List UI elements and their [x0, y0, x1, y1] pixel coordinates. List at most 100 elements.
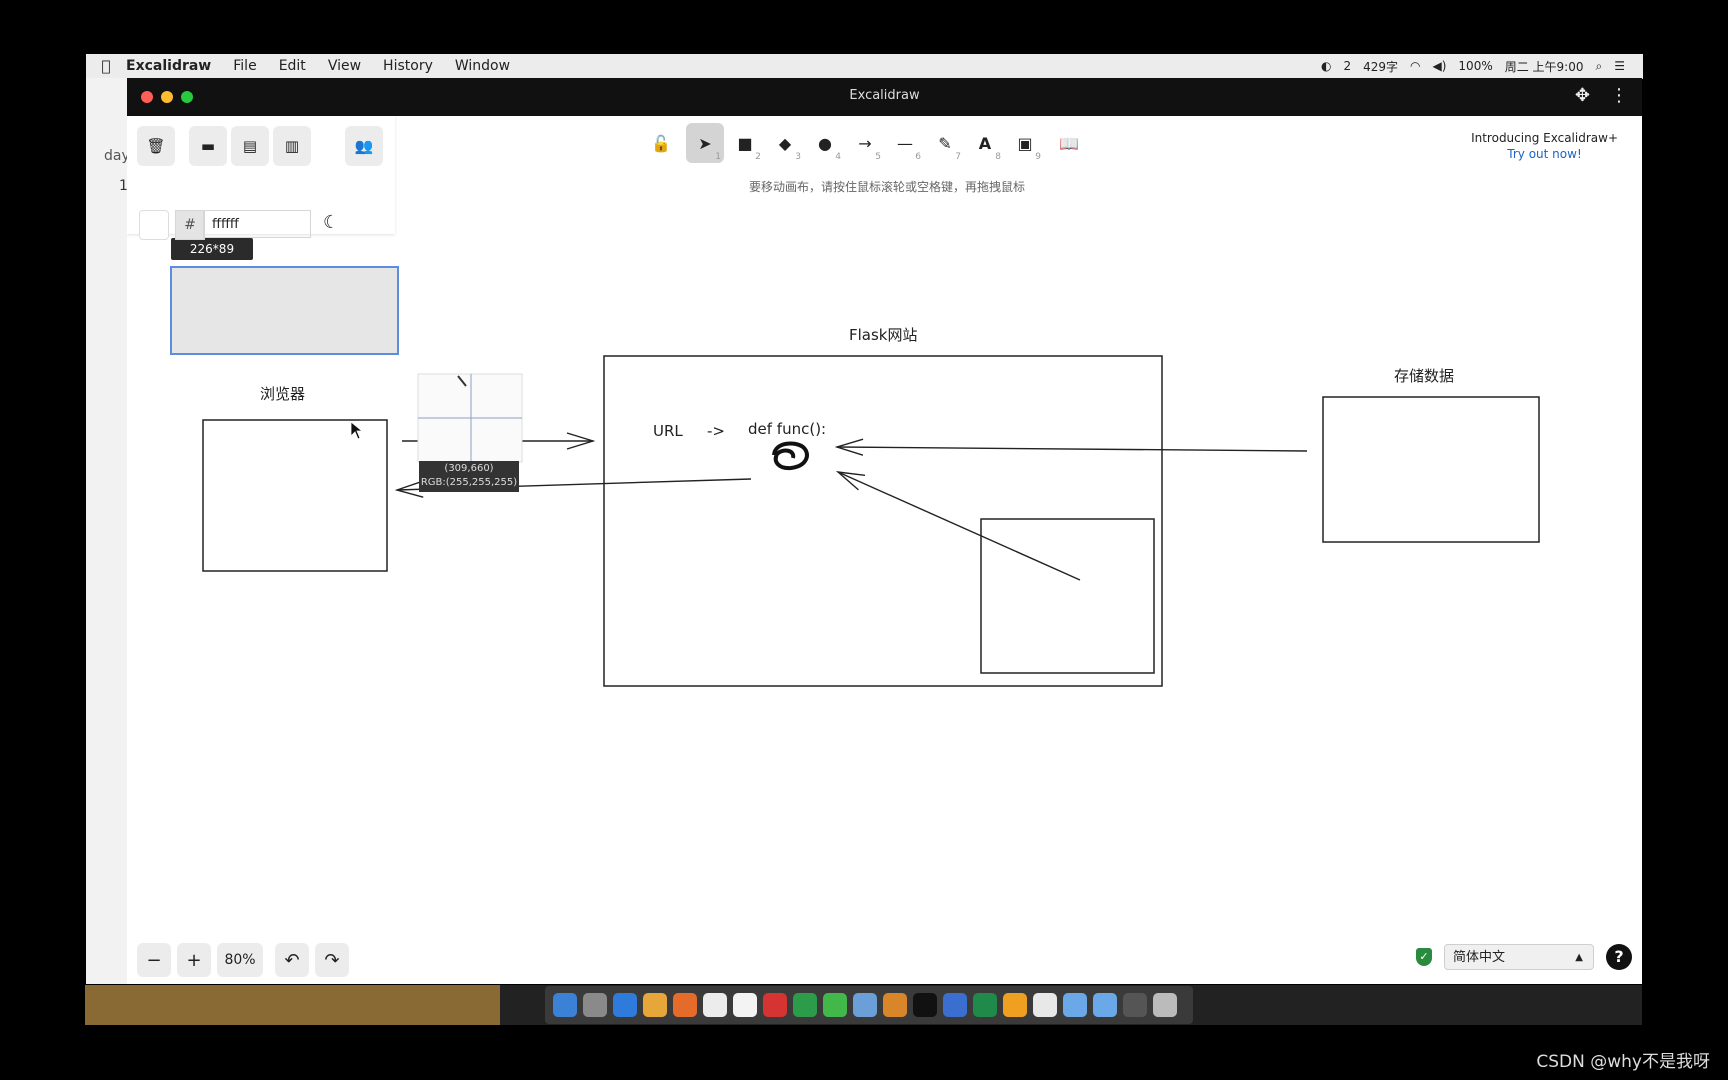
menu-file[interactable]: File — [233, 58, 256, 74]
zoom-out-button[interactable]: − — [137, 943, 171, 977]
library-icon[interactable]: 📖 — [1050, 123, 1088, 163]
wechat-app-icon[interactable] — [823, 993, 847, 1017]
notification-count[interactable]: 2 — [1343, 59, 1351, 73]
control-center-icon[interactable]: ☰ — [1614, 59, 1625, 73]
desktop-wallpaper — [85, 985, 500, 1025]
excalidraw-window: Excalidraw ✥ ⋮ 浏览器 Flask网站 存储数据 URL -> d… — [127, 78, 1642, 984]
excalidraw-plus-promo[interactable]: Introducing Excalidraw+ Try out now! — [1471, 130, 1618, 162]
menu-window[interactable]: Window — [455, 58, 510, 74]
save-file-icon[interactable]: ▤ — [231, 126, 269, 166]
tool-shortcut-key: 5 — [875, 152, 881, 162]
menu-bar:  Excalidraw File Edit View History Wind… — [86, 54, 1643, 79]
downloads-icon[interactable] — [1093, 993, 1117, 1017]
xcode-icon[interactable] — [943, 993, 967, 1017]
browser-label: 浏览器 — [260, 385, 306, 403]
line-tool-icon[interactable]: —6 — [886, 123, 924, 163]
minimized-window-icon[interactable] — [1123, 993, 1147, 1017]
diamond-tool-icon[interactable]: ◆ 3 — [766, 123, 804, 163]
canvas-actions-panel: 🗑 ▬ ▤ ▥ 👥 # ffffff ☾ — [127, 116, 395, 240]
redo-icon[interactable]: ↷ — [315, 943, 349, 977]
inner-box — [980, 518, 1155, 674]
draw-tool-icon[interactable]: ✎ 7 — [926, 123, 964, 163]
clock[interactable]: 周二 上午9:00 — [1505, 58, 1584, 75]
size-badge: 226*89 — [171, 238, 253, 260]
launchpad-icon[interactable] — [583, 993, 607, 1017]
arrow-tool-icon[interactable]: → 5 — [846, 123, 884, 163]
shape-toolbar: 🔓 ➤ 1 ■ 2 ◆ 3 ● 4 → 5 —6 ✎ 7 A8 ▣ 9 📖 — [642, 123, 1122, 169]
calendar-icon[interactable] — [733, 993, 757, 1017]
open-folder-icon[interactable]: ▬ — [189, 126, 227, 166]
background-text: day — [104, 148, 130, 164]
background-color-swatch[interactable] — [139, 210, 169, 240]
menu-view[interactable]: View — [328, 58, 361, 74]
undo-icon[interactable]: ↶ — [275, 943, 309, 977]
collaboration-icon[interactable]: 👥 — [345, 126, 383, 166]
sublime-icon[interactable] — [883, 993, 907, 1017]
tooltip-coords: (309,660) — [444, 463, 494, 474]
menu-edit[interactable]: Edit — [279, 58, 306, 74]
tool-shortcut-key: 3 — [795, 152, 801, 162]
selection-tool-icon[interactable]: ➤ 1 — [686, 123, 724, 163]
wifi-icon[interactable]: ◠ — [1410, 59, 1420, 73]
ellipse-tool-icon[interactable]: ● 4 — [806, 123, 844, 163]
language-select[interactable]: 简体中文 ▲ — [1444, 944, 1594, 970]
folder-icon[interactable] — [1063, 993, 1087, 1017]
netease-music-icon[interactable] — [763, 993, 787, 1017]
menu-history[interactable]: History — [383, 58, 433, 74]
wechat-icon[interactable]: ◐ — [1321, 59, 1331, 73]
battery-level[interactable]: 100% — [1458, 59, 1492, 73]
shield-check-icon[interactable]: ✓ — [1416, 948, 1432, 966]
safari-icon[interactable] — [613, 993, 637, 1017]
apple-icon[interactable]:  — [86, 57, 126, 75]
text-tool-icon[interactable]: A8 — [966, 123, 1004, 163]
language-value: 简体中文 — [1453, 950, 1506, 965]
pixel-tooltip: (309,660) RGB:(255,255,255) — [419, 461, 519, 492]
zoom-percent[interactable]: 80% — [217, 943, 263, 977]
export-file-icon[interactable]: ▥ — [273, 126, 311, 166]
dock — [545, 986, 1193, 1024]
browser-box — [202, 419, 388, 572]
tool-shortcut-key: 2 — [755, 152, 761, 162]
word-count: 429字 — [1363, 59, 1399, 74]
canvas-hint: 要移动画布，请按住鼠标滚轮或空格键，再拖拽鼠标 — [748, 180, 1025, 194]
watermark: CSDN @why不是我呀 — [1536, 1052, 1710, 1072]
flask-box — [603, 355, 1163, 687]
storage-box — [1322, 396, 1540, 543]
storage-label: 存储数据 — [1394, 367, 1455, 385]
app-icon[interactable] — [1003, 993, 1027, 1017]
background-hex-input[interactable]: ffffff — [203, 210, 311, 238]
firefox-icon[interactable] — [673, 993, 697, 1017]
selected-rectangle — [170, 266, 399, 355]
promo-title: Introducing Excalidraw+ — [1471, 131, 1618, 145]
rectangle-tool-icon[interactable]: ■ 2 — [726, 123, 764, 163]
menu-app-name[interactable]: Excalidraw — [126, 58, 211, 74]
volume-icon[interactable]: ◀) — [1433, 59, 1447, 73]
promo-link[interactable]: Try out now! — [1471, 146, 1618, 162]
trash-can-icon[interactable] — [1153, 993, 1177, 1017]
chrome-icon[interactable] — [643, 993, 667, 1017]
help-button[interactable]: ? — [1606, 944, 1632, 970]
arrow-inner-to-func — [838, 472, 1081, 581]
lock-icon[interactable]: 🔓 — [642, 123, 680, 163]
dock-area — [85, 985, 1642, 1025]
tool-shortcut-key: 8 — [995, 152, 1001, 162]
crosshair-preview — [417, 373, 523, 463]
trash-icon[interactable]: 🗑 — [137, 126, 175, 166]
keynote-icon[interactable] — [853, 993, 877, 1017]
tool-shortcut-key: 6 — [915, 152, 921, 162]
arrow-text: -> — [707, 422, 725, 440]
arrow-storage-to-func — [837, 447, 1308, 451]
typora-icon[interactable] — [703, 993, 727, 1017]
scribble-drawing — [772, 441, 809, 471]
zoom-in-button[interactable]: + — [177, 943, 211, 977]
finder-icon[interactable] — [553, 993, 577, 1017]
func-label: def func(): — [748, 420, 827, 438]
search-icon[interactable]: ⌕ — [1596, 59, 1603, 74]
terminal-icon[interactable] — [913, 993, 937, 1017]
image-tool-icon[interactable]: ▣ 9 — [1006, 123, 1044, 163]
tool-shortcut-key: 4 — [835, 152, 841, 162]
moon-icon[interactable]: ☾ — [323, 212, 339, 233]
excalidraw-icon[interactable] — [1033, 993, 1057, 1017]
excel-icon[interactable] — [973, 993, 997, 1017]
pycharm-icon[interactable] — [793, 993, 817, 1017]
